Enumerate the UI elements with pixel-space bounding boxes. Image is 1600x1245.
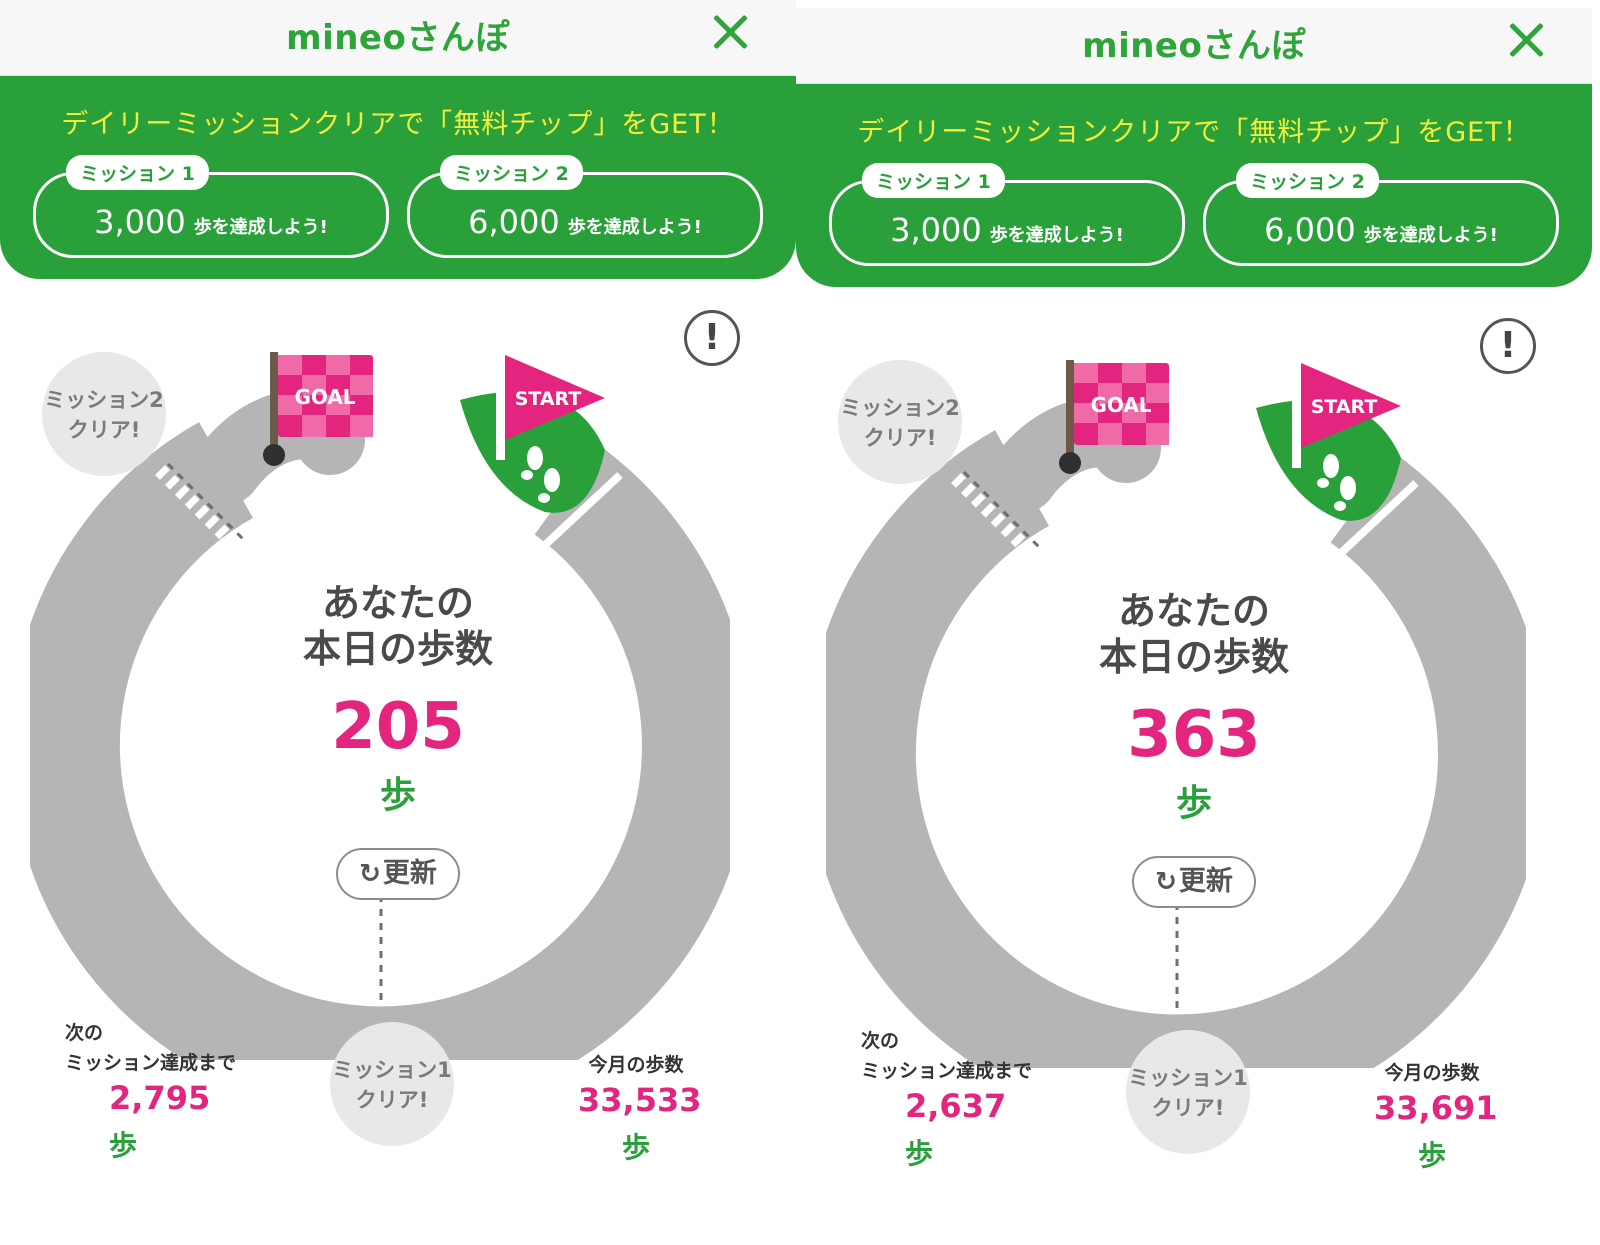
monthly-steps-unit: 歩 [1417, 1139, 1446, 1172]
mission-value-2: 6,000 [468, 203, 560, 241]
mission1-clear-line1: ミッション1 [1128, 1066, 1248, 1090]
today-label-line1: あなたの [1117, 589, 1270, 633]
monthly-steps-stat: 今月の歩数 33,533 歩 [578, 1050, 702, 1166]
monthly-steps-stat: 今月の歩数 33,691 歩 [1374, 1058, 1498, 1174]
mission-suffix-1: 歩を達成しよう! [989, 225, 1124, 246]
today-steps-value: 205 [331, 690, 465, 764]
today-label-line2: 本日の歩数 [1098, 635, 1289, 679]
monthly-steps-value: 33,691 [1374, 1089, 1498, 1127]
goal-flag-pole [270, 352, 278, 457]
title-bar: mineoさんぽ [796, 8, 1592, 84]
next-mission-label-line2: ミッション達成まで [861, 1060, 1033, 1082]
mission-card-1: ミッション 1 3,000 歩を達成しよう! [33, 155, 389, 258]
app-title: mineoさんぽ [286, 18, 510, 58]
today-steps-unit: 歩 [1175, 783, 1212, 824]
mission-tag-1: ミッション 1 [66, 155, 209, 190]
monthly-steps-value: 33,533 [578, 1081, 702, 1119]
banner-headline: デイリーミッションクリアで「無料チップ」をGET！ [61, 109, 735, 140]
mission1-clear-line2: クリア! [1151, 1096, 1225, 1120]
start-flag-pole [496, 355, 505, 460]
refresh-label: 更新 [1178, 866, 1233, 897]
app-title: mineoさんぽ [1082, 26, 1306, 66]
start-flag-label: START [515, 388, 582, 410]
goal-flag-base [1059, 452, 1081, 474]
mission-tag-2: ミッション 2 [1236, 163, 1379, 198]
mission-suffix-2: 歩を達成しよう! [567, 217, 702, 238]
monthly-steps-label: 今月の歩数 [588, 1054, 684, 1076]
mission-value-2: 6,000 [1264, 211, 1356, 249]
today-steps-value: 363 [1127, 698, 1261, 772]
next-mission-unit: 歩 [905, 1137, 934, 1170]
monthly-steps-unit: 歩 [621, 1131, 650, 1164]
mission1-clear-bubble: ミッション1 クリア! [1126, 1030, 1250, 1154]
screen-before: mineoさんぽ デイリーミッションクリアで「無料チップ」をGET！ ミッション… [0, 0, 796, 1245]
goal-flag-base [263, 444, 285, 466]
goal-flag-label: GOAL [294, 385, 355, 409]
next-mission-stat: 次の ミッション達成まで 2,637 歩 [861, 1026, 1032, 1172]
mission1-clear-line2: クリア! [355, 1088, 429, 1112]
mission-card-2: ミッション 2 6,000 歩を達成しよう! [1203, 163, 1559, 266]
mission1-clear-bubble: ミッション1 クリア! [330, 1022, 454, 1146]
refresh-label: 更新 [382, 858, 437, 889]
mission2-clear-line1: ミッション2 [44, 388, 164, 412]
next-mission-stat: 次の ミッション達成まで 2,795 歩 [65, 1018, 236, 1164]
mission-goal-1: 3,000 歩を達成しよう! [36, 203, 386, 241]
mission-suffix-2: 歩を達成しよう! [1363, 225, 1498, 246]
today-steps-unit: 歩 [379, 775, 416, 816]
mission-card-1: ミッション 1 3,000 歩を達成しよう! [829, 163, 1185, 266]
mission1-clear-line1: ミッション1 [332, 1058, 452, 1082]
mission-goal-1: 3,000 歩を達成しよう! [832, 211, 1182, 249]
mission2-clear-line2: クリア! [863, 426, 937, 450]
mission-suffix-1: 歩を達成しよう! [193, 217, 328, 238]
mission-goal-2: 6,000 歩を達成しよう! [410, 203, 760, 241]
next-mission-label-line1: 次の [65, 1022, 104, 1044]
today-label-line1: あなたの [321, 581, 474, 625]
refresh-button[interactable]: ↻更新 [336, 848, 460, 900]
mission-card-2: ミッション 2 6,000 歩を達成しよう! [407, 155, 763, 258]
banner-headline: デイリーミッションクリアで「無料チップ」をGET！ [857, 117, 1531, 148]
title-bar: mineoさんぽ [0, 0, 796, 76]
today-label-line2: 本日の歩数 [302, 627, 493, 671]
mission-tag-2: ミッション 2 [440, 155, 583, 190]
refresh-icon: ↻ [359, 859, 381, 889]
mission-value-1: 3,000 [890, 211, 982, 249]
next-mission-unit: 歩 [109, 1129, 138, 1162]
mission2-clear-bubble: ミッション2 クリア! [42, 352, 166, 476]
mission-value-1: 3,000 [94, 203, 186, 241]
next-mission-steps: 2,637 [905, 1087, 1007, 1125]
mission-tag-1: ミッション 1 [862, 163, 1005, 198]
close-icon[interactable] [1504, 18, 1548, 62]
goal-flag-pole [1066, 360, 1074, 465]
goal-flag-label: GOAL [1090, 393, 1151, 417]
daily-mission-banner: デイリーミッションクリアで「無料チップ」をGET！ ミッション 1 3,000 歩… [796, 84, 1592, 287]
next-mission-label-line2: ミッション達成まで [65, 1052, 237, 1074]
mission2-clear-line2: クリア! [67, 418, 141, 442]
close-icon[interactable] [708, 10, 752, 54]
start-flag-label: START [1311, 396, 1378, 418]
today-steps-panel: あなたの 本日の歩数 363 歩 ↻更新 [796, 588, 1592, 908]
screen-after: mineoさんぽ デイリーミッションクリアで「無料チップ」をGET！ ミッション… [796, 8, 1592, 1245]
mission2-clear-bubble: ミッション2 クリア! [838, 360, 962, 484]
refresh-button[interactable]: ↻更新 [1132, 856, 1256, 908]
today-steps-panel: あなたの 本日の歩数 205 歩 ↻更新 [0, 580, 796, 900]
mission2-clear-line1: ミッション2 [840, 396, 960, 420]
next-mission-steps: 2,795 [109, 1079, 211, 1117]
monthly-steps-label: 今月の歩数 [1384, 1062, 1480, 1084]
refresh-icon: ↻ [1155, 867, 1177, 897]
next-mission-label-line1: 次の [861, 1030, 900, 1052]
mission-goal-2: 6,000 歩を達成しよう! [1206, 211, 1556, 249]
start-flag-pole [1292, 363, 1301, 468]
daily-mission-banner: デイリーミッションクリアで「無料チップ」をGET！ ミッション 1 3,000 歩… [0, 76, 796, 279]
